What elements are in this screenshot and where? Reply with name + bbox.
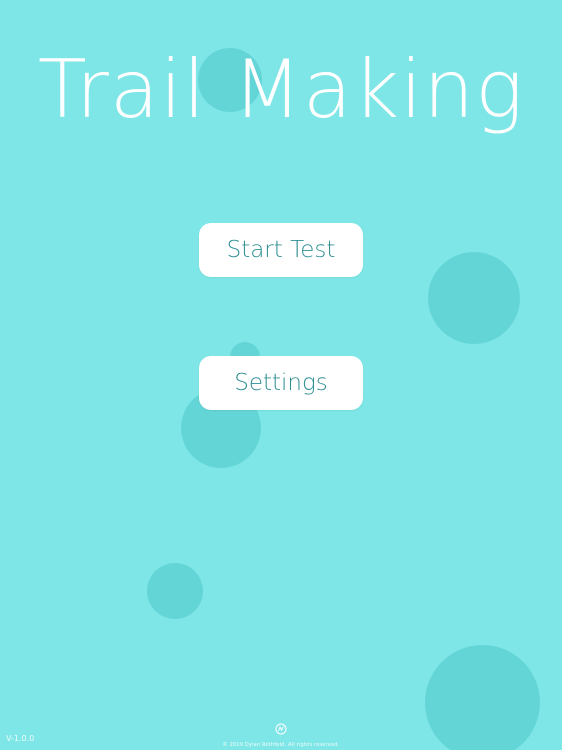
home-screen: Trail Making Start Test Settings V-1.0.0…	[0, 0, 562, 750]
footer: © 2019 Dylan Rothfeld. All rights reserv…	[0, 720, 562, 748]
copyright-text: © 2019 Dylan Rothfeld. All rights reserv…	[222, 742, 340, 748]
start-test-button[interactable]: Start Test	[199, 223, 363, 277]
settings-button[interactable]: Settings	[199, 356, 363, 410]
app-title: Trail Making	[37, 43, 525, 136]
decorative-bubble	[428, 252, 520, 344]
dr-logo-icon	[275, 720, 287, 735]
decorative-bubble	[147, 563, 203, 619]
